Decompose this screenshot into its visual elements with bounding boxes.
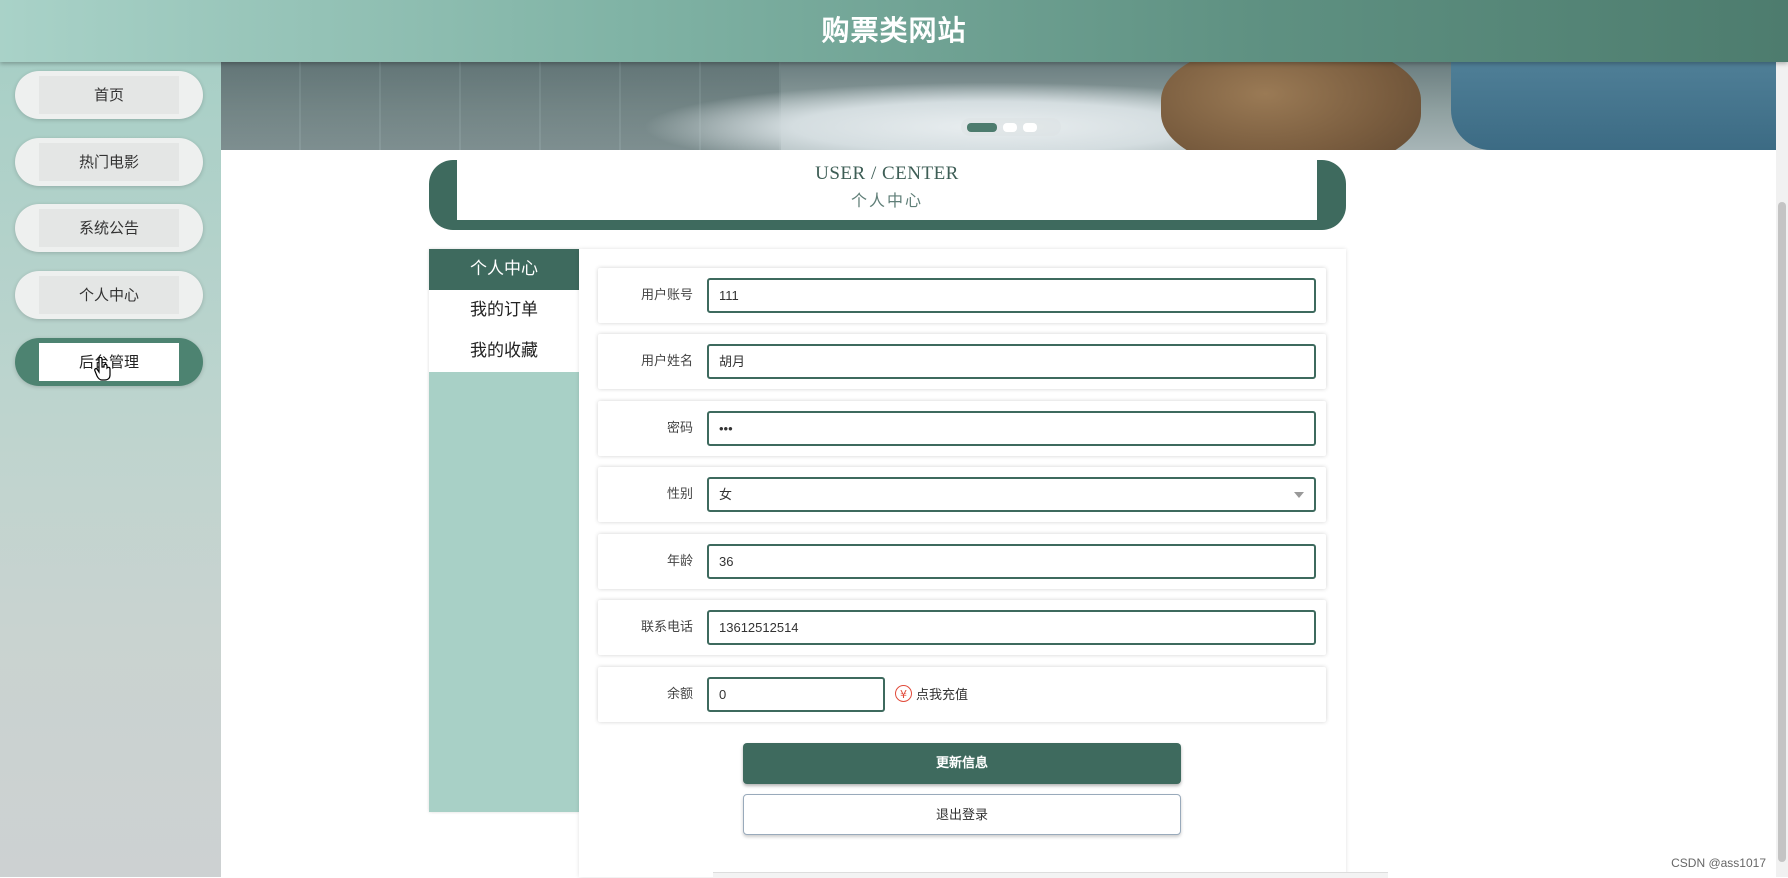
gender-label: 性别 [666,487,693,502]
form-row-name: 用户姓名 胡月 [598,334,1326,389]
user-center-menu: 个人中心 我的订单 我的收藏 [429,249,579,812]
balance-input[interactable]: 0 [707,677,885,712]
yuan-icon[interactable]: ¥ [895,685,912,702]
hand-cursor-icon [94,357,111,381]
balance-label: 余额 [666,687,693,702]
page-scrollbar[interactable] [1776,62,1788,877]
carousel-dot-2[interactable] [1003,123,1017,132]
phone-label: 联系电话 [640,620,693,635]
name-input[interactable]: 胡月 [707,344,1316,379]
carousel-indicators [961,118,1061,136]
gender-selected-value: 女 [719,487,733,502]
nav-item-label: 首页 [39,76,179,114]
password-label: 密码 [666,421,693,436]
age-label: 年龄 [666,554,693,569]
form-row-gender: 性别 女 [598,467,1326,522]
age-input[interactable]: 36 [707,544,1316,579]
banner-carousel [221,62,1776,150]
carousel-dot-3[interactable] [1023,123,1037,132]
profile-form: 用户账号 111 用户姓名 胡月 密码 ••• 性别 女 年龄 36 联系电话 … [579,249,1346,877]
bottom-panel-edge [713,872,1388,878]
logout-button[interactable]: 退出登录 [743,794,1181,835]
form-row-balance: 余额 0 ¥ 点我充值 [598,667,1326,722]
form-row-account: 用户账号 111 [598,268,1326,323]
sidebar: 首页 热门电影 系统公告 个人中心 后台管理 [0,62,221,877]
chevron-down-icon [1294,492,1304,498]
menu-item-user-center[interactable]: 个人中心 [429,249,579,290]
gender-select[interactable]: 女 [707,477,1316,512]
recharge-link[interactable]: 点我充值 [916,667,968,722]
password-input[interactable]: ••• [707,411,1316,446]
user-center-title-panel: USER / CENTER 个人中心 [429,160,1346,230]
nav-item-hot-movies[interactable]: 热门电影 [15,138,203,186]
nav-item-label: 热门电影 [39,143,179,181]
banner-water [1451,62,1776,150]
nav-item-announcements[interactable]: 系统公告 [15,204,203,252]
nav-item-user-center[interactable]: 个人中心 [15,271,203,319]
user-center-title-cn: 个人中心 [850,191,923,210]
user-center-title-en: USER / CENTER [815,163,959,184]
scrollbar-thumb[interactable] [1778,202,1786,862]
watermark: CSDN @ass1017 [1671,856,1766,870]
form-row-password: 密码 ••• [598,401,1326,456]
account-input[interactable]: 111 [707,278,1316,313]
menu-item-my-favorites[interactable]: 我的收藏 [429,331,579,372]
carousel-dot-1[interactable] [967,123,997,132]
menu-item-my-orders[interactable]: 我的订单 [429,290,579,331]
user-center-title-inner: USER / CENTER 个人中心 [457,160,1317,220]
nav-item-home[interactable]: 首页 [15,71,203,119]
name-label: 用户姓名 [640,354,693,369]
banner-animal [1161,62,1421,150]
top-header: 购票类网站 [0,0,1788,62]
form-row-phone: 联系电话 13612512514 [598,600,1326,655]
phone-input[interactable]: 13612512514 [707,610,1316,645]
account-label: 用户账号 [640,288,693,303]
update-info-button[interactable]: 更新信息 [743,743,1181,784]
nav-item-label: 系统公告 [39,209,179,247]
nav-item-label: 个人中心 [39,276,179,314]
form-row-age: 年龄 36 [598,534,1326,589]
site-title: 购票类网站 [821,14,967,47]
